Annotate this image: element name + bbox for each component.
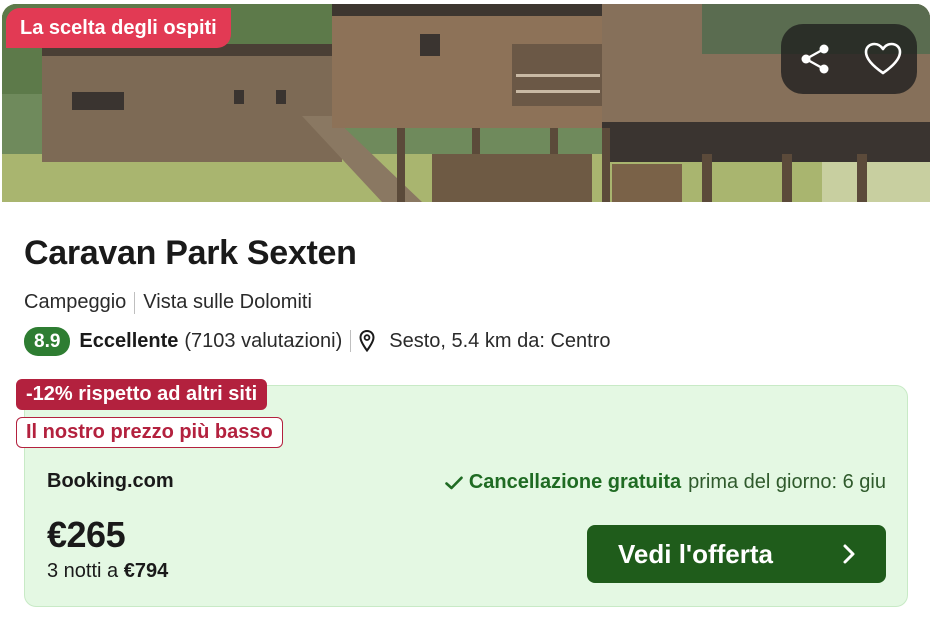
- map-pin-icon: [359, 330, 375, 352]
- favorite-button[interactable]: [858, 34, 908, 84]
- chevron-right-icon: [843, 544, 855, 564]
- accommodation-type: Campeggio: [24, 291, 127, 313]
- heart-icon: [864, 42, 902, 75]
- share-button[interactable]: [790, 34, 840, 84]
- share-icon: [801, 44, 829, 74]
- rating-location-row: 8.9 Eccellente (7103 valutazioni) Sesto,…: [24, 326, 610, 356]
- cancellation-deadline: prima del giorno: 6 giu: [688, 471, 886, 493]
- accommodation-feature: Vista sulle Dolomiti: [143, 291, 312, 313]
- rating-text: Eccellente: [79, 329, 179, 352]
- lowest-price-tag: Il nostro prezzo più basso: [16, 417, 283, 448]
- total-price-line: 3 notti a €794: [47, 560, 168, 583]
- discount-tag: -12% rispetto ad altri siti: [16, 379, 268, 410]
- free-cancellation: Cancellazione gratuita prima del giorno:…: [445, 471, 886, 494]
- location-text[interactable]: Sesto, 5.4 km da: Centro: [389, 330, 610, 353]
- view-deal-button[interactable]: Vedi l'offerta: [587, 525, 886, 583]
- view-deal-label: Vedi l'offerta: [618, 538, 773, 569]
- provider-name: Booking.com: [47, 470, 174, 492]
- hotel-name[interactable]: Caravan Park Sexten: [24, 234, 357, 273]
- rating-score-badge[interactable]: 8.9: [24, 326, 71, 356]
- nights-label: 3 notti a: [47, 560, 119, 582]
- accommodation-details: Campeggio Vista sulle Dolomiti: [24, 291, 312, 314]
- photo-actions: [781, 24, 917, 94]
- hotel-photo[interactable]: La scelta degli ospiti: [2, 4, 930, 202]
- check-icon: [445, 475, 463, 489]
- hotel-card[interactable]: La scelta degli ospiti Caravan Park Sext…: [0, 0, 932, 618]
- total-price: €794: [123, 560, 169, 582]
- nightly-price: €265: [47, 514, 126, 555]
- guest-choice-badge: La scelta degli ospiti: [6, 8, 231, 48]
- review-count[interactable]: (7103 valutazioni): [184, 330, 342, 353]
- cancellation-label: Cancellazione gratuita: [468, 471, 682, 493]
- divider: [134, 291, 136, 314]
- divider: [350, 330, 352, 352]
